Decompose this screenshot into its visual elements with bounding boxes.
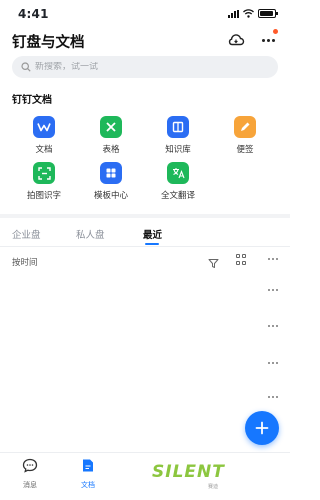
tab-private-drive[interactable]: 私人盘 <box>76 227 105 241</box>
app-sheet[interactable]: 表格 <box>86 116 136 162</box>
bottom-nav: 消息 文档 <box>0 452 290 500</box>
list-more-button[interactable] <box>266 256 280 262</box>
app-translate[interactable]: 全文翻译 <box>153 162 203 208</box>
knowledge-base-icon <box>167 116 189 138</box>
app-label: 全文翻译 <box>160 191 195 201</box>
battery-icon <box>258 9 278 18</box>
watermark-logo: SILENT 赛迪 <box>150 462 232 492</box>
tabs-divider <box>0 246 290 247</box>
app-document[interactable]: 文档 <box>19 116 69 162</box>
app-label: 拍图识字 <box>26 191 61 201</box>
search-icon <box>21 62 31 72</box>
tab-enterprise-drive[interactable]: 企业盘 <box>12 227 41 241</box>
app-label: 模板中心 <box>93 191 128 201</box>
cloud-sync-button[interactable] <box>227 31 245 49</box>
app-label: 表格 <box>102 145 120 155</box>
wifi-icon <box>243 9 254 18</box>
notification-badge <box>273 29 278 34</box>
sheet-icon <box>100 116 122 138</box>
grid-view-icon[interactable] <box>236 254 247 265</box>
row-more-button[interactable] <box>266 323 280 329</box>
section-title: 钉钉文档 <box>12 95 52 106</box>
row-more-button[interactable] <box>266 360 280 366</box>
nav-messages[interactable]: 消息 <box>15 458 45 490</box>
note-icon <box>234 116 256 138</box>
header: 钉盘与文档 <box>0 28 290 52</box>
plus-icon <box>255 421 269 435</box>
search-bar[interactable] <box>12 56 278 78</box>
scan-text-icon <box>33 162 55 184</box>
tab-recent[interactable]: 最近 <box>143 227 162 241</box>
add-button[interactable] <box>245 411 279 445</box>
app-template-center[interactable]: 模板中心 <box>86 162 136 208</box>
status-time: 4:41 <box>18 7 49 21</box>
docs-icon <box>83 459 93 472</box>
sort-by-time[interactable]: 按时间 <box>12 256 38 268</box>
section-divider <box>0 214 290 218</box>
nav-label: 消息 <box>23 481 37 489</box>
signal-icon <box>228 9 239 18</box>
translate-icon <box>167 162 189 184</box>
row-more-button[interactable] <box>266 287 280 293</box>
document-icon <box>33 116 55 138</box>
nav-label: 文档 <box>81 481 95 489</box>
row-more-button[interactable] <box>266 394 280 400</box>
watermark-subtext: 赛迪 <box>208 484 219 490</box>
status-bar: 4:41 <box>0 0 290 26</box>
app-label: 便签 <box>236 145 254 155</box>
active-tab-indicator <box>145 243 159 245</box>
search-input[interactable] <box>35 62 235 72</box>
app-scan-text[interactable]: 拍图识字 <box>19 162 69 208</box>
status-indicators <box>228 9 278 18</box>
message-icon <box>22 458 38 473</box>
app-label: 知识库 <box>165 145 191 155</box>
nav-docs[interactable]: 文档 <box>73 458 103 490</box>
template-icon <box>100 162 122 184</box>
app-label: 文档 <box>35 145 53 155</box>
page-title: 钉盘与文档 <box>12 35 85 51</box>
filter-icon[interactable] <box>208 254 219 268</box>
app-knowledge-base[interactable]: 知识库 <box>153 116 203 162</box>
app-note[interactable]: 便签 <box>220 116 270 162</box>
watermark-text: SILENT <box>152 462 225 482</box>
more-button[interactable] <box>257 32 279 48</box>
cloud-icon <box>228 34 245 46</box>
